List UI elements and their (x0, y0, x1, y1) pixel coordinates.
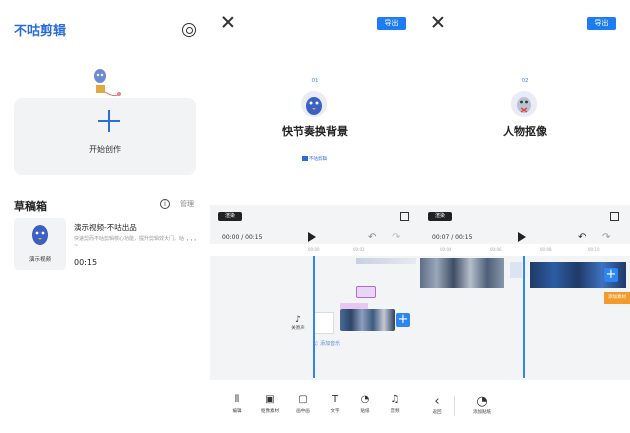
brand-watermark: 不咕剪辑 (302, 156, 327, 162)
template-title: 人物抠像 (503, 125, 547, 138)
close-icon[interactable] (432, 16, 444, 28)
ruler-tick: 00:06 (490, 247, 502, 252)
info-icon[interactable]: i (160, 199, 170, 209)
back-button[interactable]: ‹ 返回 (426, 394, 448, 415)
cover-clip[interactable] (314, 312, 334, 334)
background-clip[interactable] (420, 258, 504, 288)
playhead[interactable] (523, 256, 525, 378)
step-number: 02 (521, 78, 529, 84)
video-clip[interactable] (340, 309, 395, 331)
draft-thumb-caption: 演示视频 (28, 257, 51, 263)
play-icon[interactable] (308, 232, 316, 242)
add-sticker-button[interactable]: ◔ 添加贴纸 (464, 394, 500, 415)
add-clip-button[interactable]: + (604, 268, 618, 282)
app-logo: 不咕剪辑 (14, 24, 67, 39)
fullscreen-icon[interactable] (610, 212, 619, 221)
add-sticker-label: 添加贴纸 (473, 410, 491, 415)
divider (454, 396, 455, 416)
settings-icon[interactable] (182, 23, 196, 37)
mute-label: 关原声 (291, 326, 305, 331)
draft-duration: 00:15 (74, 258, 98, 267)
undo-icon[interactable]: ↶ (368, 232, 376, 243)
create-card[interactable]: 开始创作 (14, 98, 196, 175)
time-ruler: 00:04 00:06 00:08 00:10 (420, 244, 630, 256)
time-ruler: 00:00 00:02 (210, 244, 420, 256)
more-icon[interactable]: ··· (186, 236, 198, 246)
step-number: 01 (311, 78, 319, 84)
mascot-avatar (301, 91, 327, 117)
volume-icon: ♪ (295, 315, 301, 325)
home-panel: 不咕剪辑 开始创作 草稿箱 i 管理 演示视频 演示视频-不咕出品 快速剪而不咕… (0, 0, 210, 433)
plus-icon (98, 110, 120, 132)
toolbar: ‹ 返回 ◔ 添加贴纸 (420, 380, 630, 433)
render-button[interactable]: 渲染 (218, 212, 242, 221)
sticker-clip[interactable] (356, 286, 376, 298)
ruler-tick: 00:10 (588, 247, 600, 252)
create-label: 开始创作 (89, 145, 121, 154)
chevron-left-icon: ‹ (434, 394, 440, 409)
track-strip (356, 258, 416, 264)
ruler-tick: 00:08 (540, 247, 552, 252)
mascot-illustration (94, 69, 121, 97)
mute-toggle[interactable]: ♪ 关原声 (290, 315, 306, 331)
person-clip[interactable] (510, 262, 522, 278)
manage-button[interactable]: 管理 (180, 199, 194, 209)
mascot-avatar (511, 91, 537, 117)
tool-audio[interactable]: ♫ 音频 (370, 394, 420, 414)
back-label: 返回 (432, 410, 442, 415)
music-label: 添加音乐 (320, 341, 341, 347)
playhead[interactable] (313, 256, 315, 378)
ruler-tick: 00:04 (440, 247, 452, 252)
close-icon[interactable] (222, 16, 234, 28)
add-music[interactable]: ♫ 添加音乐 (314, 340, 340, 347)
redo-icon[interactable]: ↷ (602, 232, 610, 243)
add-material-button[interactable]: 添加素材 (604, 292, 630, 304)
ruler-tick: 00:00 (308, 247, 320, 252)
draft-thumbnail[interactable]: 演示视频 (14, 218, 66, 270)
undo-icon[interactable]: ↶ (578, 232, 586, 243)
export-button[interactable]: 导出 (377, 17, 406, 30)
play-icon[interactable] (518, 232, 526, 242)
redo-icon[interactable]: ↷ (392, 232, 400, 243)
fullscreen-icon[interactable] (400, 212, 409, 221)
timecode: 00:00 / 00:15 (222, 234, 263, 241)
editor-panel-2: 导出 02 人物抠像 渲染 00:07 / 00:15 ↶ ↷ 00:04 00… (420, 0, 630, 433)
export-button[interactable]: 导出 (587, 17, 616, 30)
mascot-icon (32, 225, 48, 245)
draft-description: 快速剪而不咕剪辑核心功能，提升剪辑效大门。咕 ~ (74, 236, 185, 249)
toolbar: ⫴ 编辑 ▣ 抠像素材 ▢ 画中画 T 文字 ◔ 贴纸 ♫ 音频 (210, 380, 420, 433)
sticker-icon: ◔ (476, 394, 488, 409)
timecode: 00:07 / 00:15 (432, 234, 473, 241)
add-clip-button[interactable]: + (396, 313, 410, 327)
audio-icon: ♫ (390, 394, 400, 405)
editor-panel-1: 导出 01 快节奏换背景 不咕剪辑 渲染 00:00 / 00:15 ↶ ↷ 0… (210, 0, 420, 433)
drafts-heading: 草稿箱 (14, 200, 47, 213)
draft-title[interactable]: 演示视频-不咕出品 (74, 222, 137, 233)
ruler-tick: 00:02 (353, 247, 365, 252)
render-button[interactable]: 渲染 (428, 212, 452, 221)
template-title: 快节奏换背景 (282, 125, 348, 138)
